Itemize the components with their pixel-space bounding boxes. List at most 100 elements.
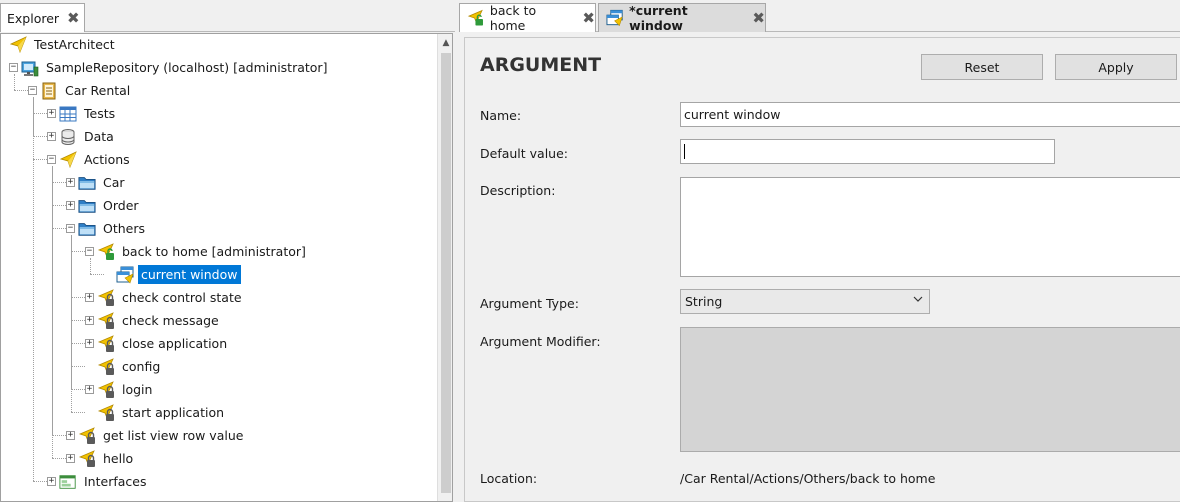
scroll-thumb[interactable]	[441, 53, 451, 493]
tree-item[interactable]: + Tests	[47, 102, 118, 125]
tree-item[interactable]: config	[85, 355, 163, 378]
testarchitect-icon	[9, 36, 27, 54]
expand-icon[interactable]: +	[85, 385, 94, 394]
tab-explorer[interactable]: Explorer ✖	[0, 3, 85, 32]
tree-item[interactable]: TestArchitect	[9, 33, 118, 56]
tab-explorer-label: Explorer	[7, 10, 60, 26]
tree-item-label: get list view row value	[103, 428, 244, 443]
tree-connector	[71, 343, 85, 344]
action-locked-icon	[78, 450, 96, 468]
tree-item-label: start application	[122, 405, 225, 420]
tab-current-window[interactable]: *current window ✖	[598, 3, 766, 33]
argument-type-value: String	[685, 294, 723, 309]
tree-connector	[71, 389, 85, 390]
expand-icon[interactable]: +	[47, 477, 56, 486]
collapse-icon[interactable]: −	[28, 86, 37, 95]
tree-item[interactable]: + Car	[66, 171, 128, 194]
tree-item-label: config	[122, 359, 161, 374]
description-field[interactable]	[680, 177, 1180, 277]
expand-icon[interactable]: +	[85, 316, 94, 325]
reset-button[interactable]: Reset	[921, 54, 1043, 80]
folder-icon	[78, 174, 96, 192]
tree-item-label: login	[122, 382, 153, 397]
tree-item-label: TestArchitect	[34, 37, 115, 52]
expand-icon[interactable]: +	[66, 454, 75, 463]
action-locked-icon	[97, 335, 115, 353]
tree-item[interactable]: − Actions	[47, 148, 133, 171]
tree-item[interactable]: start application	[85, 401, 227, 424]
action-locked-icon	[97, 381, 115, 399]
apply-button[interactable]: Apply	[1055, 54, 1177, 80]
tree-item[interactable]: + check message	[85, 309, 222, 332]
collapse-icon[interactable]: −	[9, 63, 18, 72]
explorer-tabbar: Explorer ✖	[0, 0, 455, 32]
argument-type-label: Argument Type:	[480, 296, 579, 311]
expand-icon[interactable]: +	[47, 132, 56, 141]
interfaces-icon	[59, 473, 77, 491]
tree-connector	[71, 235, 72, 412]
explorer-tree[interactable]: TestArchitect − SampleRepository (localhos…	[0, 33, 453, 502]
tree-connector	[71, 297, 85, 298]
collapse-icon[interactable]: −	[85, 247, 94, 256]
tree-item[interactable]: + close application	[85, 332, 230, 355]
expand-icon[interactable]: +	[66, 201, 75, 210]
tree-connector	[14, 90, 28, 91]
tree-connector	[90, 274, 104, 275]
tree-item[interactable]: + login	[85, 378, 155, 401]
close-icon[interactable]: ✖	[67, 10, 80, 26]
name-field-value: current window	[684, 107, 781, 122]
collapse-icon[interactable]: −	[47, 155, 56, 164]
action-unlocked-icon	[467, 9, 484, 27]
tree-scrollbar[interactable]: ▲	[437, 34, 452, 501]
tree-item-label: hello	[103, 451, 134, 466]
tree-item[interactable]: + hello	[66, 447, 136, 470]
location-label: Location:	[480, 471, 538, 486]
tree-connector	[52, 228, 66, 229]
tree-item[interactable]: + check control state	[85, 286, 245, 309]
tree-connector	[71, 366, 85, 367]
project-icon	[40, 82, 58, 100]
argument-modifier-label: Argument Modifier:	[480, 334, 601, 349]
tree-item[interactable]: − back to home [administrator]	[85, 240, 309, 263]
expand-icon[interactable]: +	[85, 293, 94, 302]
folder-icon	[78, 197, 96, 215]
tree-connector	[52, 435, 66, 436]
name-field[interactable]: current window	[680, 102, 1180, 127]
explorer-pane: Explorer ✖ TestArchitect − SampleRepositor…	[0, 0, 455, 502]
argument-type-select[interactable]: String	[680, 289, 930, 314]
default-value-field[interactable]	[680, 139, 1055, 164]
tree-connector	[71, 320, 85, 321]
tree-connector	[33, 159, 47, 160]
tree-item[interactable]: + get list view row value	[66, 424, 246, 447]
action-locked-icon	[97, 312, 115, 330]
tree-item-label: current window	[138, 265, 241, 284]
tree-item[interactable]: − Others	[66, 217, 148, 240]
tab-current-window-label: *current window	[629, 3, 688, 33]
tree-item-label: Data	[84, 129, 114, 144]
chevron-down-icon	[913, 296, 923, 302]
action-locked-icon	[97, 404, 115, 422]
tree-connector	[33, 113, 47, 114]
expand-icon[interactable]: +	[66, 431, 75, 440]
scroll-up-icon[interactable]: ▲	[438, 34, 452, 51]
collapse-icon[interactable]: −	[66, 224, 75, 233]
argument-window-icon	[116, 266, 134, 284]
tree-item[interactable]: − SampleRepository (localhost) [administr…	[9, 56, 330, 79]
tree-item[interactable]: + Interfaces	[47, 470, 149, 493]
expand-icon[interactable]: +	[66, 178, 75, 187]
close-icon[interactable]: ✖	[752, 10, 765, 26]
tree-item[interactable]: current window	[104, 263, 241, 286]
close-icon[interactable]: ✖	[582, 10, 595, 26]
tab-back-to-home[interactable]: back to home ✖	[459, 3, 596, 33]
tree-item-label: SampleRepository (localhost) [administra…	[46, 60, 328, 75]
tree-item-label: close application	[122, 336, 228, 351]
argument-modifier-box	[680, 327, 1180, 452]
tree-item[interactable]: + Order	[66, 194, 142, 217]
tree-connector	[52, 182, 66, 183]
database-icon	[59, 128, 77, 146]
tree-item[interactable]: − Car Rental	[28, 79, 133, 102]
expand-icon[interactable]: +	[85, 339, 94, 348]
tree-item-label: back to home [administrator]	[122, 244, 306, 259]
expand-icon[interactable]: +	[47, 109, 56, 118]
tree-item[interactable]: + Data	[47, 125, 117, 148]
